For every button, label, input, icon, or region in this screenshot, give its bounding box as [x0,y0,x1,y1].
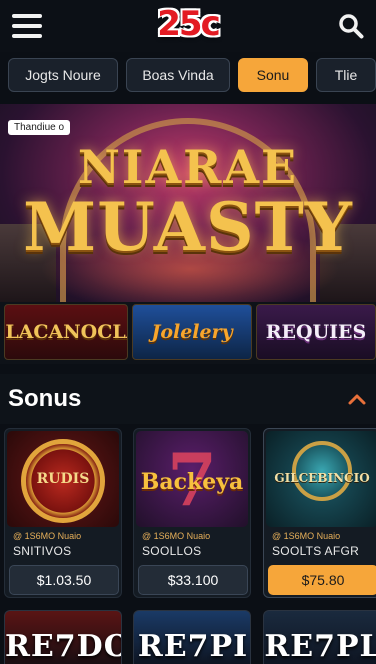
game-card-partial[interactable]: RE7PI [133,610,251,664]
price-button[interactable]: $75.80 [268,565,376,595]
logo[interactable]: 25c [150,2,226,46]
game-card[interactable]: GILCEBINCIO @ 1S6MO Nuaio SOOLTS AFGR $7… [263,428,376,598]
game-image-text: RUDIS [36,471,90,487]
thumbnail-label: REQUIES [265,321,367,343]
tab-boas-vinda[interactable]: Boas Vinda [126,58,230,92]
thumbnail-jolelery[interactable]: Jolelery [132,304,252,360]
game-card-partial-label: RE7PL [264,629,376,664]
game-image-text: Backeya [140,469,244,495]
game-row-partial: RE7DO RE7PI RE7PL [0,610,376,664]
price-button[interactable]: $1.03.50 [9,565,119,595]
game-title: SOOLLOS [142,544,202,558]
game-image-text: GILCEBINCIO [274,471,370,485]
hamburger-menu-icon[interactable] [12,14,42,38]
game-subtitle: @ 1S6MO Nuaio [142,531,211,541]
game-subtitle: @ 1S6MO Nuaio [272,531,341,541]
logo-text: 25c [157,4,220,44]
game-card[interactable]: RUDIS @ 1S6MO Nuaio SNITIVOS $1.03.50 [4,428,122,598]
game-title: SNITIVOS [13,544,72,558]
hero-banner[interactable]: Thandiue o NIARAE MUASTY [0,104,376,302]
tab-sonu[interactable]: Sonu [238,58,308,92]
section-header: Sonus [0,374,376,424]
thumbnail-slacanocla[interactable]: SLACANOCLA [4,304,128,360]
tab-jogts-noure[interactable]: Jogts Noure [8,58,118,92]
chevron-up-icon[interactable] [346,388,368,410]
game-card[interactable]: 7 Backeya @ 1S6MO Nuaio SOOLLOS $33.100 [133,428,251,598]
game-card-partial[interactable]: RE7DO [4,610,122,664]
tab-tlie[interactable]: Tlie [316,58,376,92]
game-thumbnail: 7 Backeya [136,431,248,527]
hero-tag: Thandiue o [8,120,71,135]
thumbnail-requies[interactable]: REQUIES [256,304,376,360]
game-card-partial[interactable]: RE7PL [263,610,376,664]
hero-title-line2: MUASTY [23,188,353,266]
banner-thumbnails: SLACANOCLA Jolelery REQUIES [0,302,376,364]
game-card-partial-label: RE7PI [137,629,249,664]
top-bar: 25c [0,0,376,52]
hero-title-line1: NIARAE [77,140,299,194]
game-card-partial-label: RE7DO [5,629,122,664]
price-button[interactable]: $33.100 [138,565,248,595]
game-thumbnail: RUDIS [7,431,119,527]
section-title: Sonus [8,385,82,412]
category-tabs: Jogts Noure Boas Vinda Sonu Tlie [0,58,376,98]
game-subtitle: @ 1S6MO Nuaio [13,531,82,541]
game-title: SOOLTS AFGR [272,544,360,558]
thumbnail-label: Jolelery [151,321,233,343]
search-icon[interactable] [338,13,364,39]
thumbnail-label: SLACANOCLA [5,321,127,343]
game-thumbnail: GILCEBINCIO [266,431,376,527]
